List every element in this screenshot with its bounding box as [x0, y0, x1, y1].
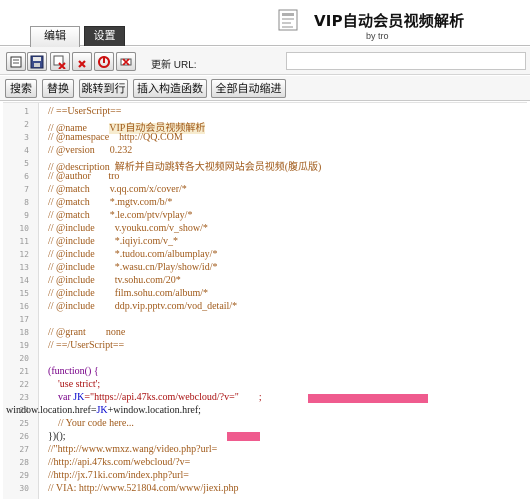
line-number: 14	[19, 276, 29, 285]
close-button[interactable]	[72, 52, 92, 71]
code-token: +window.location.href;	[107, 405, 201, 416]
line-number: 7	[24, 185, 29, 194]
code-line: 'use strict';	[48, 379, 101, 390]
close-icon	[78, 60, 86, 68]
code-line: // @version 0.232	[48, 145, 133, 156]
code-line: // @namespace http://QQ.COM	[48, 132, 183, 143]
code-token: (function() {	[48, 366, 99, 377]
code-token: JK	[96, 405, 108, 416]
line-number: 16	[19, 302, 29, 311]
redaction-bar	[227, 432, 260, 441]
code-line: (function() {	[48, 366, 99, 377]
reload-button[interactable]	[6, 52, 26, 71]
code-line: // @include *.iqiyi.com/v_*	[48, 236, 179, 247]
line-number: 17	[19, 315, 29, 324]
code-line: var JK="https://api.47ks.com/webcloud/?v…	[48, 392, 262, 403]
line-number: 29	[19, 471, 29, 480]
code-line: // VIA: http://www.521804.com/www/jiexi.…	[48, 483, 239, 494]
reload-icon	[10, 56, 22, 68]
save-close-button[interactable]	[50, 52, 70, 71]
redaction-bar	[308, 394, 428, 403]
code-line: // @include *.wasu.cn/Play/show/id/*	[48, 262, 218, 273]
code-line: // ==/UserScript==	[48, 340, 125, 351]
code-line: // @include ddp.vip.pptv.com/vod_detail/…	[48, 301, 238, 312]
code-line: // @author tro	[48, 171, 120, 182]
insert-constructor-button[interactable]: 插入构造函数	[133, 79, 207, 98]
tab-settings[interactable]: 设置	[84, 26, 125, 46]
line-number: 8	[24, 198, 29, 207]
text-toolbar: 搜索 替换 跳转到行 插入构造函数 全部自动缩进	[0, 76, 530, 101]
code-line: // @include tv.sohu.com/20*	[48, 275, 181, 286]
code-token: window.location.href=	[6, 405, 97, 416]
delete-button[interactable]	[116, 52, 136, 71]
tab-editor[interactable]: 编辑器	[30, 26, 80, 61]
code-line: })();	[48, 431, 66, 442]
script-author: by tro	[366, 31, 389, 41]
auto-indent-all-button[interactable]: 全部自动缩进	[211, 79, 286, 98]
jump-to-line-button[interactable]: 跳转到行	[79, 79, 128, 98]
code-line: //http://jx.71ki.com/index.php?url=	[48, 470, 189, 481]
line-number: 10	[19, 224, 29, 233]
reset-button[interactable]	[94, 52, 114, 71]
line-number: 28	[19, 458, 29, 467]
search-button[interactable]: 搜索	[5, 79, 37, 98]
line-number: 5	[24, 159, 29, 168]
code-line: window.location.href=JK+window.location.…	[6, 405, 201, 416]
line-number: 11	[19, 237, 29, 246]
update-url-input[interactable]	[286, 52, 526, 70]
line-number: 13	[19, 263, 29, 272]
code-token: ="https://api.47ks.com/webcloud/?v=" ;	[84, 392, 262, 403]
line-number: 4	[24, 146, 29, 155]
line-number: 1	[24, 107, 29, 116]
delete-icon	[120, 58, 132, 66]
update-url-label: 更新 URL:	[151, 60, 197, 71]
line-number: 19	[19, 341, 29, 350]
code-token: JK	[73, 392, 85, 403]
code-line: // @include *.tudou.com/albumplay/*	[48, 249, 218, 260]
line-number: 18	[19, 328, 29, 337]
code-line: // @match v.qq.com/x/cover/*	[48, 184, 187, 195]
save-button[interactable]	[27, 52, 47, 71]
code-line: // @grant none	[48, 327, 126, 338]
code-line: // ==UserScript==	[48, 106, 122, 117]
code-line: // @match *.le.com/ptv/vplay/*	[48, 210, 193, 221]
line-number: 30	[19, 484, 29, 493]
code-line: //http://api.47ks.com/webcloud/?v=	[48, 457, 191, 468]
line-number: 21	[19, 367, 29, 376]
line-number: 27	[19, 445, 29, 454]
line-number: 20	[19, 354, 29, 363]
line-number: 23	[19, 393, 29, 402]
line-number: 15	[19, 289, 29, 298]
save-close-icon	[53, 55, 66, 69]
replace-button[interactable]: 替换	[42, 79, 74, 98]
code-line: // Your code here...	[48, 418, 134, 429]
line-number: 2	[24, 120, 29, 129]
code-editor[interactable]: 1 2 3 4 5 6 7 8 9 10 11 12 13 14 15 16 1…	[3, 102, 527, 499]
line-number: 3	[24, 133, 29, 142]
tab-bar: 编辑器 设置 VIP自动会员视频解析 by tro	[0, 0, 530, 61]
script-title: VIP自动会员视频解析	[314, 12, 465, 30]
reset-icon	[98, 56, 110, 68]
code-line: // @match *.mgtv.com/b/*	[48, 197, 173, 208]
code-line: // @include film.sohu.com/album/*	[48, 288, 209, 299]
line-number: 9	[24, 211, 29, 220]
code-token: var	[48, 392, 74, 403]
line-number: 12	[19, 250, 29, 259]
save-icon	[30, 55, 44, 69]
line-number: 26	[19, 432, 29, 441]
line-number: 22	[19, 380, 29, 389]
code-line: //"http://www.wmxz.wang/video.php?url=	[48, 444, 218, 455]
script-logo-icon	[278, 9, 298, 31]
code-line: // @include v.youku.com/v_show/*	[48, 223, 208, 234]
line-number: 25	[19, 419, 29, 428]
line-number: 6	[24, 172, 29, 181]
